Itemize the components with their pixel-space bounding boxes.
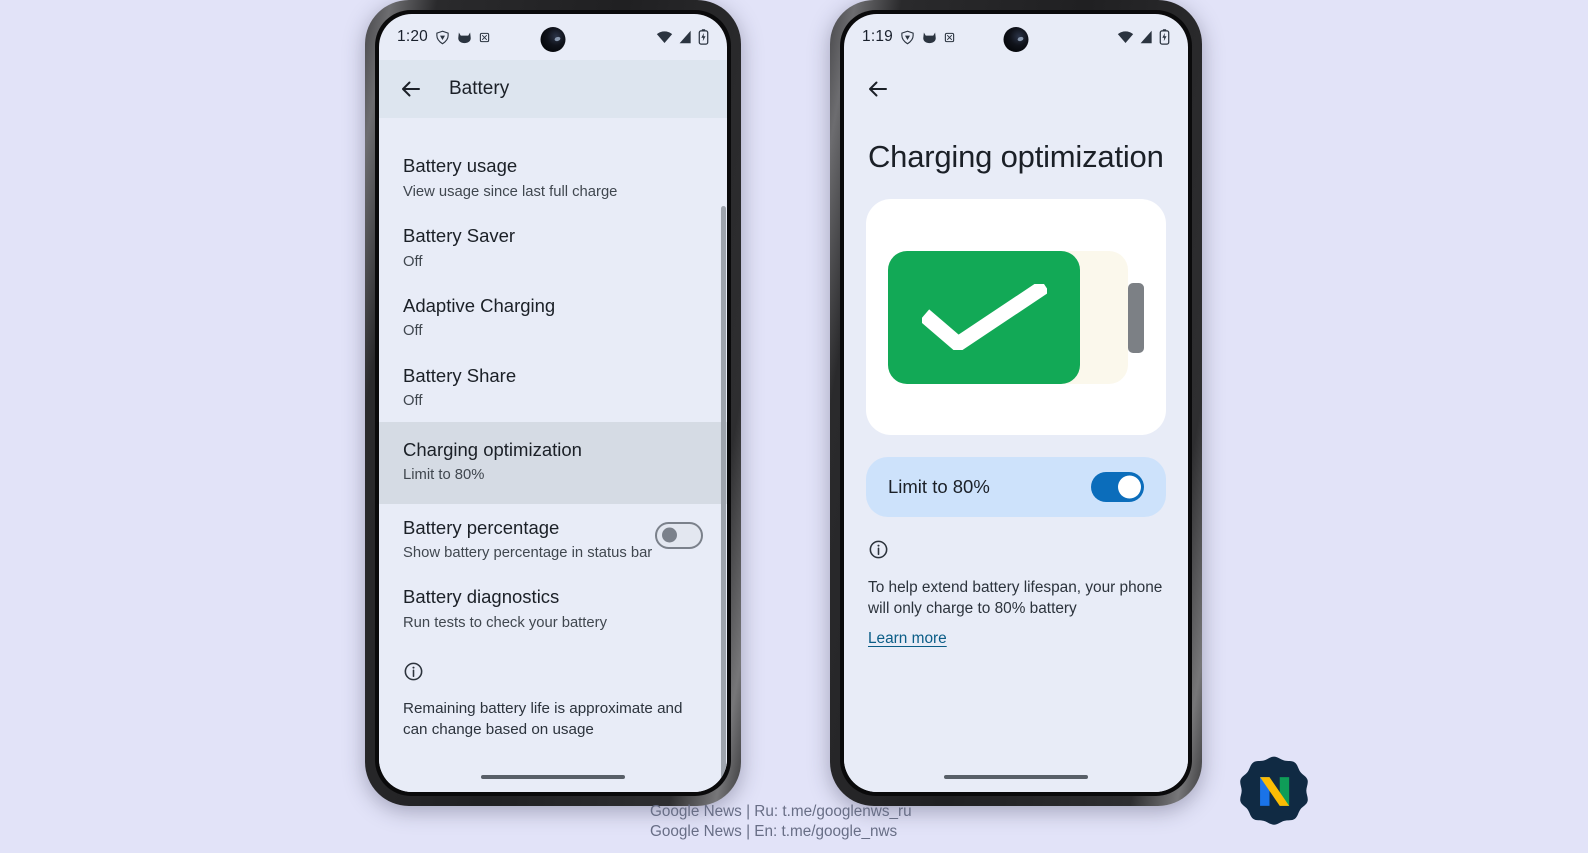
list-item-subtitle: Run tests to check your battery — [403, 615, 607, 632]
front-camera-punch-hole — [1003, 27, 1029, 52]
phone-right: 1:19 Charging optimization Limit to 80% … — [830, 0, 1202, 806]
status-bar-left-icons: 1:20 — [397, 28, 490, 46]
app-notification-icon — [944, 32, 955, 42]
info-icon — [869, 540, 888, 559]
cat-notification-icon — [458, 32, 471, 43]
gesture-nav-bar — [379, 762, 727, 792]
list-item-title: Battery percentage — [403, 516, 560, 538]
list-item-battery-percentage[interactable]: Battery percentage Show battery percenta… — [379, 504, 727, 574]
gesture-nav-pill[interactable] — [481, 774, 625, 780]
list-item-charging-optimization[interactable]: Charging optimization Limit to 80% — [379, 421, 727, 504]
limit-to-80-row[interactable]: Limit to 80% — [866, 457, 1166, 518]
list-item-title: Battery diagnostics — [403, 586, 560, 608]
cellular-signal-icon — [679, 30, 691, 44]
wifi-icon — [656, 31, 673, 44]
info-icon — [404, 662, 423, 681]
status-bar-right-icons — [1117, 29, 1170, 45]
footnote-text: Remaining battery life is approximate an… — [403, 700, 683, 738]
limit-to-80-toggle[interactable] — [1091, 472, 1144, 503]
list-item-battery-usage[interactable]: Battery usage View usage since last full… — [379, 142, 727, 212]
phone-left: 1:20 Battery Battery usage View usage si… — [365, 0, 741, 806]
battery-check-illustration — [888, 250, 1144, 384]
cat-notification-icon — [923, 32, 936, 43]
battery-charging-icon — [1159, 29, 1170, 45]
top-bar — [844, 60, 1188, 118]
battery-terminal-cap — [1128, 282, 1144, 353]
battery-percentage-toggle[interactable] — [655, 521, 703, 549]
list-item-battery-saver[interactable]: Battery Saver Off — [379, 212, 727, 282]
battery-check-illustration-card — [866, 199, 1166, 436]
checkmark-icon — [922, 283, 1047, 350]
back-arrow-icon[interactable] — [866, 77, 890, 101]
phone-right-screen: 1:19 Charging optimization Limit to 80% … — [844, 14, 1188, 792]
clock: 1:20 — [397, 28, 428, 45]
settings-scroll-area[interactable]: Battery usage View usage since last full… — [379, 118, 727, 792]
list-item-subtitle: Limit to 80% — [403, 467, 485, 484]
google-news-n-logo — [1240, 756, 1308, 825]
list-item-title: Battery usage — [403, 155, 518, 176]
page-title: Charging optimization — [868, 139, 1164, 174]
front-camera-punch-hole — [540, 27, 566, 52]
battery-charging-icon — [698, 29, 709, 45]
watermark: Google News | Ru: t.me/googlenws_ru Goog… — [650, 802, 1070, 841]
list-item-adaptive-charging[interactable]: Adaptive Charging Off — [379, 282, 727, 352]
list-item-subtitle: Show battery percentage in status bar — [403, 545, 653, 562]
status-bar-left: 1:20 — [379, 14, 727, 60]
gesture-nav-bar — [844, 762, 1188, 792]
list-item-subtitle: Off — [403, 253, 423, 270]
app-bar: Battery — [379, 60, 727, 118]
status-bar-right-icons — [656, 29, 709, 45]
list-item-title: Battery Saver — [403, 224, 516, 246]
list-item-battery-share[interactable]: Battery Share Off — [379, 352, 727, 422]
status-bar-right: 1:19 — [844, 14, 1188, 60]
charging-footnote: To help extend battery lifespan, your ph… — [844, 517, 1188, 648]
status-bar-left-icons: 1:19 — [862, 28, 955, 46]
shield-vpn-icon — [436, 30, 449, 44]
shield-vpn-icon — [901, 30, 914, 44]
page-title: Battery — [449, 78, 510, 99]
watermark-line-2: Google News | En: t.me/google_nws — [650, 822, 898, 840]
list-item-battery-diagnostics[interactable]: Battery diagnostics Run tests to check y… — [379, 573, 727, 643]
back-arrow-icon[interactable] — [399, 77, 423, 101]
learn-more-link[interactable]: Learn more — [868, 630, 947, 648]
list-item-subtitle: Off — [403, 393, 423, 410]
gesture-nav-pill[interactable] — [944, 774, 1088, 780]
app-notification-icon — [479, 32, 490, 42]
phone-left-bezel: 1:20 Battery Battery usage View usage si… — [375, 10, 731, 796]
charging-optimization-page: Charging optimization Limit to 80% To he… — [844, 60, 1188, 792]
screenshot-stage: 1:20 Battery Battery usage View usage si… — [0, 0, 1588, 853]
list-item-title: Battery Share — [403, 364, 517, 386]
limit-to-80-label: Limit to 80% — [888, 476, 990, 498]
list-item-text: Battery percentage Show battery percenta… — [403, 516, 655, 564]
watermark-line-1: Google News | Ru: t.me/googlenws_ru — [650, 803, 912, 820]
list-item-title: Charging optimization — [403, 438, 582, 460]
battery-settings-list: Battery usage View usage since last full… — [379, 118, 727, 740]
list-item-subtitle: Off — [403, 323, 423, 340]
vertical-scrollbar[interactable] — [721, 206, 726, 792]
phone-right-bezel: 1:19 Charging optimization Limit to 80% … — [840, 10, 1192, 796]
phone-left-screen: 1:20 Battery Battery usage View usage si… — [379, 14, 727, 792]
wifi-icon — [1117, 31, 1134, 44]
battery-footnote: Remaining battery life is approximate an… — [379, 643, 727, 740]
footnote-text: To help extend battery lifespan, your ph… — [868, 579, 1163, 618]
list-item-subtitle: View usage since last full charge — [403, 183, 618, 200]
list-item-title: Adaptive Charging — [403, 294, 556, 316]
clock: 1:19 — [862, 28, 893, 45]
cellular-signal-icon — [1140, 30, 1152, 44]
